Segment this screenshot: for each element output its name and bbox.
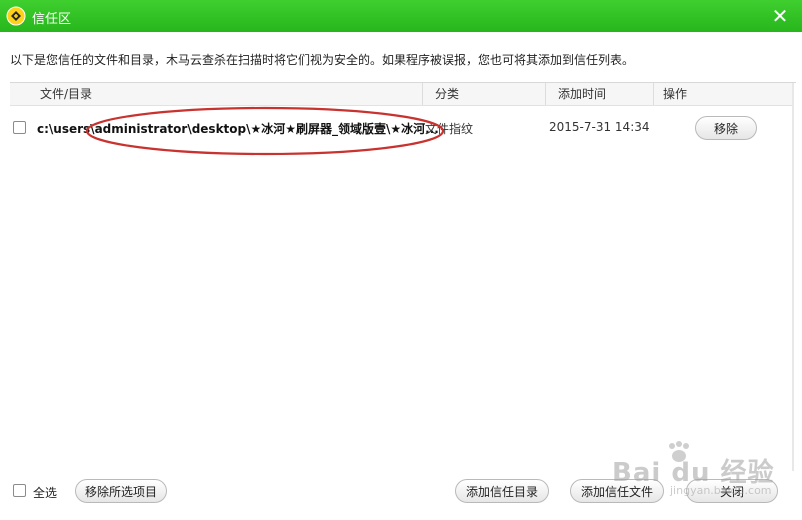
app-logo-icon (6, 6, 26, 26)
column-separator (422, 83, 423, 105)
title-bar: 信任区 ✕ (0, 0, 802, 32)
add-trusted-directory-button[interactable]: 添加信任目录 (455, 479, 549, 503)
description-text: 以下是您信任的文件和目录，木马云查杀在扫描时将它们视为安全的。如果程序被误报，您… (10, 53, 635, 67)
select-all-label[interactable]: 全选 (33, 484, 57, 501)
close-icon[interactable]: ✕ (768, 4, 792, 28)
select-all-checkbox[interactable] (13, 484, 26, 497)
red-ellipse-annotation (85, 106, 445, 156)
row-checkbox[interactable] (13, 121, 26, 134)
column-header-path[interactable]: 文件/目录 (40, 83, 92, 105)
table-header: 文件/目录 分类 添加时间 操作 (10, 83, 794, 106)
column-separator (545, 83, 546, 105)
row-time: 2015-7-31 14:34 (549, 120, 650, 134)
remove-selected-button[interactable]: 移除所选项目 (75, 479, 167, 503)
column-header-time[interactable]: 添加时间 (558, 83, 606, 105)
column-header-category[interactable]: 分类 (435, 83, 459, 105)
vertical-scrollbar[interactable] (792, 83, 794, 471)
remove-button[interactable]: 移除 (695, 116, 757, 140)
window-title: 信任区 (32, 12, 72, 27)
baidu-watermark: Bai du 经验 jingyan.baidu.com (612, 440, 782, 500)
watermark-url: jingyan.baidu.com (670, 484, 772, 497)
column-header-action: 操作 (663, 87, 688, 101)
column-separator (653, 83, 654, 105)
